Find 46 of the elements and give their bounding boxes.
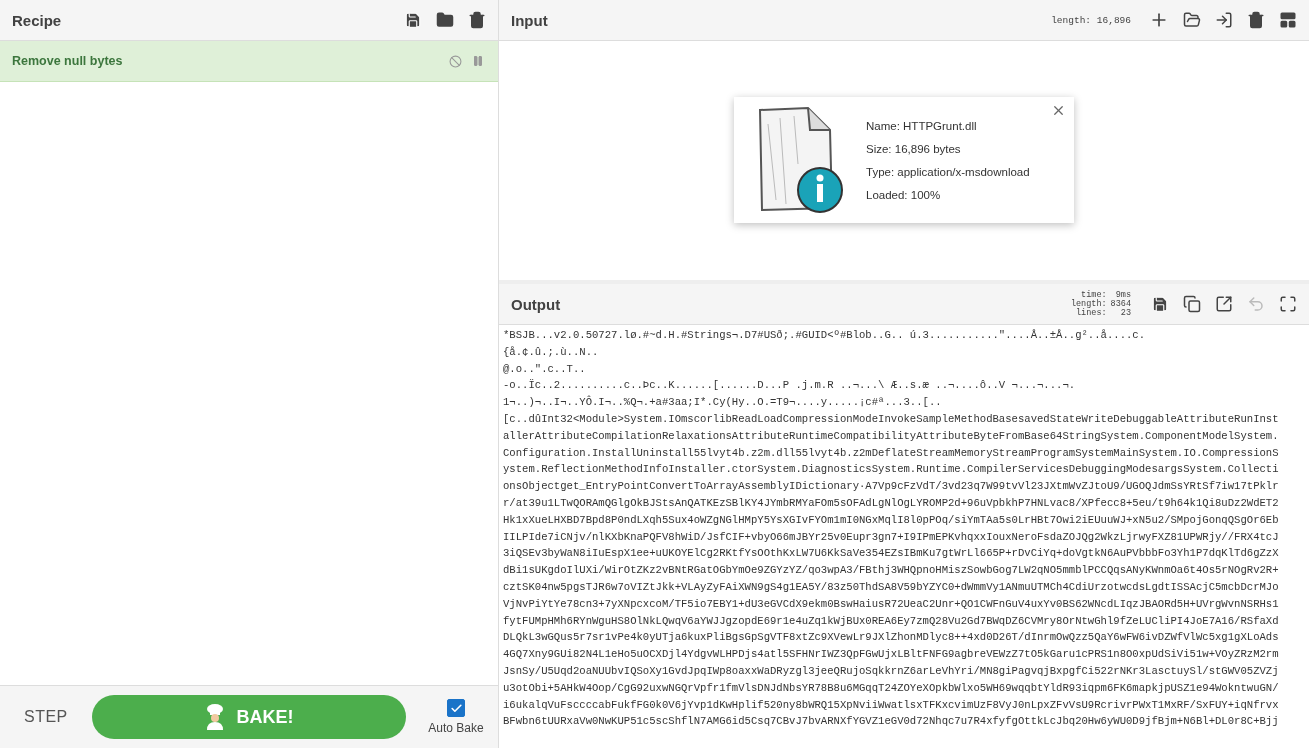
stat-label: lines:	[1076, 308, 1107, 318]
checkmark-icon	[449, 701, 463, 715]
output-line: DLQkL3wGQus5r7sr1vPe4k0yUTja6kuxPliBgsGpSgVTF8xtZc9XVewLr9JXlZhonMDlyc8++4xd0D26T/dInrmOwQzz5QaY6wFW6ivDZWfVlWc5xg1gXLoAds	[503, 630, 1280, 646]
file-detail: Name: HTTPGrunt.dll	[866, 119, 978, 132]
step-button[interactable]: STEP	[18, 707, 74, 727]
stat-value: 9ms	[1114, 290, 1131, 300]
output-line: {å.¢.û.;.ù..N..	[503, 344, 600, 360]
output-line: -o..Ïc..2..........c..Þc..K......[......D...P .j.m.R ..¬...\ Æ..s.æ ..¬....ô..V ¬...¬...¬.	[503, 378, 1077, 394]
stat-label: length:	[1070, 299, 1107, 309]
output-line: IILPIde7iCNjv/nlKXbKnaPQFV8hWiD/JsfCIF+vbyO66mJBYr25v0Eupr3gn7+I9IPmEPKvhqxxIouxNeroFsdaZOJQg2WkzLjrwyFXZ81UPWRjy//FRX4tcJ	[503, 529, 1280, 545]
output-line: cztSK04nw5pgsTJR6w7oVIZtJkk+VLAyZyFAiXWN9gS4g1EA5Y/83z50ThdSA8V59bYZYC0+dWmmVy1ANmuUTMCh4CdiUrzotwcdsLgdtISSAcjC5mcbDcrMJo	[503, 579, 1280, 595]
auto-bake-checkbox[interactable]	[447, 699, 465, 717]
stat-label: time:	[1081, 290, 1107, 300]
checkbox-label: Auto Bake	[428, 721, 484, 735]
output-line: Configuration.InstallUninstall55lvyt4b.z2m.dll55lvyt4b.z2mDeflateStreamMemoryStreamProgramSystemMainSystem.IO.CompressionS	[503, 445, 1280, 461]
output-line: Hk1xXueLHXBD7Bpd8P0ndLXqh5Sux4oWZgNGlHMpY5YsXGIvFYOm1mI0NGxMqlI8l0pPOq/siYmTAa5s0LrHBt7Owi2iEUuuWJ+xN5u2/SMpojGonqQSgOr6Eb	[503, 512, 1280, 528]
output-line: fytFUMpHMh6RYnWguHS8OlNkLQwqV6aYWJJgzopdE69r1e4uZq1kWjBUx0REA6Ey7zmQ28Vu2Gd7BWqDZ6CVMry8OrNtwGhl9fZeLUCliPI4JoE7A16/RSfaXd	[503, 613, 1280, 629]
panel-title: Output	[511, 295, 562, 313]
output-line: allerAttributeCompilationRelaxationsAttributeRuntimeCompatibilityAttributeByteFromBase64StringSystem.ComponentModelSystem.	[503, 428, 1280, 444]
output-line: @.o..".c..T..	[503, 361, 587, 377]
output-line: ystem.ReflectionMethodInfoInstaller.ctorSystem.DiagnosticsSystem.Runtime.CompilerServicesDebuggingModesargsSystem.Collecti	[503, 462, 1280, 478]
output-line: 4GQ7Xny9GUi82N4L1eHo5uOCXDjl4YdgvWLHPDjs4atl5SFHNrIWZ3QpFGwUjxLBltFNFG9agbreVEWzZ7tO5kGaru1cPRS1n8O0xpUdSiVi51w+VOyZRzM2rm	[503, 647, 1280, 663]
length-label: length: 16,896	[1051, 14, 1131, 26]
output-line: *BSJB...v2.0.50727.lø.#~d.H.#Strings¬.D7#USð;.#GUID<º#Blob..G.. ú.3..........."....Å..±Å..g²..å....c.	[503, 328, 1147, 343]
copy-icon[interactable]	[1181, 293, 1203, 315]
output-line: onsObjectget_EntryPointConvertToArrayAssemblyIDictionary·A7Vp9cFzVdT/3vd23q7W99tvVl23JXtmWvZJtoU9/UGOQJdmSsYRtSf7iw17tPklr	[503, 479, 1280, 495]
output-line: 1¬..)¬..I¬..YÔ.I¬..%Q¬.+a#3aa;I*.Cy(Hy..O.=T9¬....y.....¡c#ª...3..[..	[503, 394, 943, 411]
output-line: dBi1sUKgdoIlUXi/WirOtZKz2vBNtRGatOGbYmOe9ZGYzYZ/qo3wpA3/FBthj3WHQpnoHMiszSowbGog7LW2qNO5mmblPCCQqsANyKWnmOa6t4Os5rNOgRv2R+	[503, 563, 1280, 579]
output-line: BFwbn6tUURxaVw0NwKUP51c5scShflN7AMG6id5Csq7CBvJ7bvARNXfYGVZ1eGV0d72Nhqc7u7R4xfyfgOttkLcJbq20Hw6yWU0D9jfBjm+N6Bl+DL0r8C+Bjj	[503, 714, 1280, 730]
close-icon[interactable]	[1051, 103, 1066, 118]
output-line: 3iQSEv3byWaN8iIuEspX1ee+uUKOYElCg2RKtfYsOOthKxLW7U6KkSaVe354EZsIBmKu7gtWrLl665P+rDvCiYq+doVgtkN6AuPVbbbFo3Yh1P7dqKlTd6gZzX	[503, 546, 1280, 562]
file-detail: Size: 16,896 bytes	[866, 142, 962, 155]
output-line: JsnSy/U5Uqd2oaNUUbvIQSoXy1GvdJpqIWp8oaxxWaDRyzgl3jeeQRujoSqkkrnZ6arLeVhYri/MN8giPagvqjBxpgfCi522rNKr3LasctuySl/stGWV05ZVZj	[503, 663, 1280, 679]
file-detail: Loaded: 100%	[866, 188, 942, 201]
output-line: r/at39u1LTwQORAmQGlgOkBJStsAnQATKEzSBlKY4JYmbRMYaFOm5sOFAdLgNlOgLYROMP2d+96uVpbkhP7HNLvac8/XPfecc8+5eu/t9h64k1Qi8uDz2WdET2	[503, 495, 1280, 511]
output-line: i6ukalqVuFsccccabFukfFG0k0V6jYvp1dKwHplif520ny8bWRQ15XpNviiWwatlsxTFKxcvimUzF8VyJ0nLpxZFvVsU9RcrivrPWxT1MxRF/SxFUY+iqNfrvx	[503, 697, 1280, 713]
panel-title: Input	[511, 11, 549, 29]
file-detail: Type: application/x-msdownload	[866, 165, 1030, 178]
bake-button[interactable]: BAKE!	[91, 695, 406, 739]
output-line: u3otObi+5AHkW4Oop/CgG92uxwNGQrVpfr1fmVlsDNJdNbsYR78B8u6MGqqT24ZOYeXOpkbWlxo5WH69wqqbtYldR93iqpm6FK6mapkjpUSZ1e94WokntwuGN/	[503, 680, 1280, 696]
panel-title: Recipe	[12, 11, 63, 29]
output-line: [c..dûInt32<Module>System.IOmscorlibReadLoadCompressionModeInvokeSampleMethodBasesavedStateWriteDebuggableAttributeRunInst	[503, 412, 1280, 427]
stat-value: 8364	[1110, 299, 1131, 309]
operation-name: Remove null bytes	[12, 54, 124, 68]
stat-value: 23	[1119, 308, 1131, 318]
output-line: VjNvPiYtYe78cn3+7yXNpcxcoM/TF5io7EBY1+dU3eGVCdX9ekm0BswHaiusR72UeaC2Unr+QO1CWFnGuV4uxYv0BS62WNcdLIqzJBAORd5H+UVrgWvnNSRHs1	[503, 596, 1280, 612]
